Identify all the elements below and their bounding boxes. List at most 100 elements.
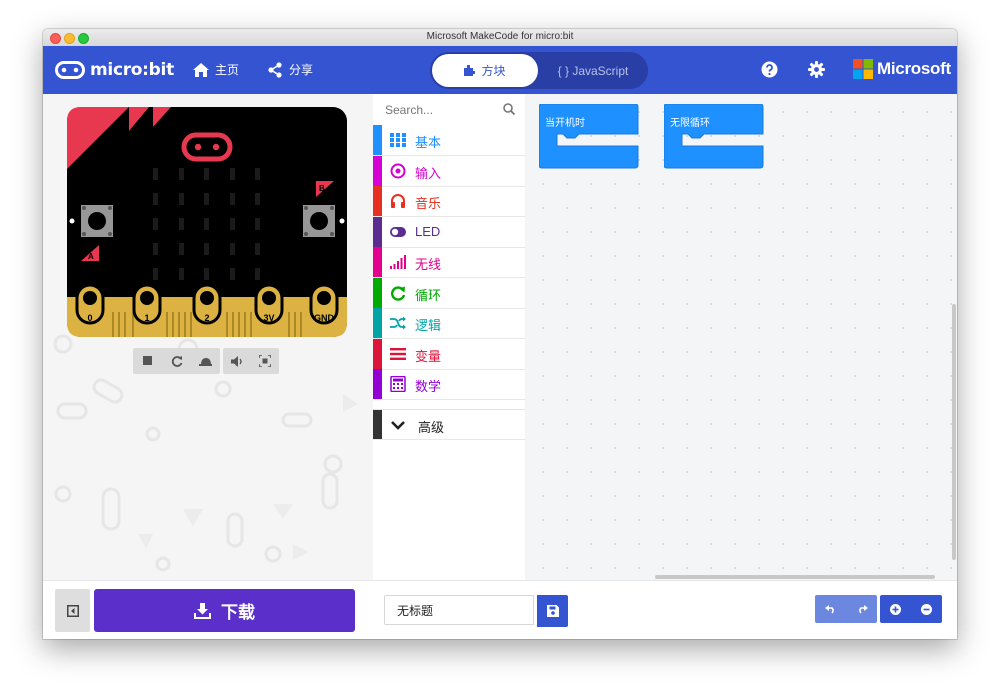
microbit-board[interactable]: A B 0 1 2 3V GND	[67, 107, 349, 338]
loop-icon	[391, 286, 406, 301]
sim-controls	[133, 348, 220, 374]
category-label: 基本	[415, 135, 442, 150]
microsoft-text: Microsoft	[877, 59, 951, 78]
stop-icon	[142, 356, 152, 365]
category-label: 逻辑	[415, 318, 442, 333]
calculator-icon	[390, 376, 406, 392]
collapse-left-icon	[66, 604, 79, 617]
undo-redo-group	[815, 595, 877, 623]
restart-button[interactable]	[162, 348, 191, 374]
blocks-workspace[interactable]: 当开机时 无限循环	[525, 94, 957, 580]
category-led[interactable]: LED	[373, 217, 525, 248]
category-color-bar	[373, 125, 382, 155]
undo-button[interactable]	[815, 595, 846, 623]
simulator-panel: A B 0 1 2 3V GND	[43, 94, 373, 580]
lines-icon	[390, 348, 406, 360]
screenshot-button[interactable]	[251, 348, 279, 374]
toolbox: 基本 输入 音乐 LED	[373, 94, 526, 580]
category-color-bar	[373, 339, 382, 369]
pin-2-label: 2	[204, 313, 209, 323]
microbit-logo[interactable]: micro:bit	[55, 59, 174, 81]
category-color-bar	[373, 410, 382, 439]
microsoft-logo[interactable]: Microsoft	[853, 59, 951, 79]
category-label: 输入	[415, 166, 442, 181]
help-button[interactable]	[761, 61, 778, 83]
search-icon[interactable]	[503, 103, 515, 115]
forever-block[interactable]: 无限循环	[663, 103, 764, 174]
button-a-label: A	[88, 252, 94, 261]
window-title: Microsoft MakeCode for micro:bit	[426, 31, 574, 42]
home-label: 主页	[215, 63, 240, 77]
logo-text: micro:bit	[90, 60, 174, 80]
search-input[interactable]	[383, 101, 497, 119]
category-label: 音乐	[415, 196, 442, 211]
shuffle-icon	[390, 316, 406, 330]
home-icon	[193, 62, 209, 77]
sim-controls-2	[223, 348, 279, 374]
redo-icon	[858, 605, 868, 614]
gear-icon	[808, 61, 825, 78]
blocks-tab[interactable]: 方块	[432, 54, 538, 87]
puzzle-icon	[464, 65, 476, 76]
restart-icon	[171, 356, 182, 367]
category-label: 高级	[418, 420, 445, 435]
category-color-bar	[373, 308, 382, 338]
pin-1-label: 1	[144, 313, 149, 323]
category-label: LED	[415, 224, 441, 239]
undo-icon	[824, 605, 834, 614]
title-bar: Microsoft MakeCode for micro:bit	[43, 29, 957, 47]
share-link[interactable]: 分享	[267, 61, 313, 78]
category-loops[interactable]: 循环	[373, 278, 525, 309]
category-color-bar	[373, 156, 382, 186]
category-advanced[interactable]: 高级	[373, 409, 525, 440]
category-color-bar	[373, 186, 382, 216]
category-music[interactable]: 音乐	[373, 186, 525, 217]
javascript-tab[interactable]: { } JavaScript	[540, 54, 646, 87]
category-math[interactable]: 数学	[373, 369, 525, 400]
category-label: 无线	[415, 257, 442, 272]
zoom-out-button[interactable]	[911, 595, 942, 623]
collapse-simulator-button[interactable]	[55, 589, 90, 632]
category-variables[interactable]: 变量	[373, 339, 525, 370]
editor-footer: 下载	[43, 580, 957, 639]
category-label: 数学	[415, 379, 442, 394]
vertical-scrollbar[interactable]	[952, 304, 956, 560]
home-link[interactable]: 主页	[193, 61, 239, 78]
project-name-input[interactable]	[384, 595, 534, 625]
share-label: 分享	[289, 63, 314, 77]
save-button[interactable]	[537, 595, 568, 627]
on-start-block[interactable]: 当开机时	[538, 103, 639, 174]
headphones-icon	[391, 194, 405, 208]
editor-toggle: 方块 { } JavaScript	[430, 52, 648, 89]
category-color-bar	[373, 217, 382, 247]
category-radio[interactable]: 无线	[373, 247, 525, 278]
pin-0-label: 0	[87, 313, 92, 323]
redo-button[interactable]	[846, 595, 877, 623]
sound-button[interactable]	[223, 348, 251, 374]
forever-label: 无限循环	[670, 118, 710, 129]
download-button[interactable]: 下载	[94, 589, 355, 632]
target-icon	[390, 163, 406, 179]
category-label: 变量	[415, 349, 442, 364]
stop-button[interactable]	[133, 348, 162, 374]
chevron-down-icon	[391, 421, 405, 430]
minus-circle-icon	[921, 603, 932, 615]
save-icon	[546, 605, 559, 617]
signal-icon	[390, 255, 406, 269]
on-start-label: 当开机时	[545, 118, 585, 129]
plus-circle-icon	[890, 603, 901, 615]
category-basic[interactable]: 基本	[373, 125, 525, 156]
slow-mo-button[interactable]	[191, 348, 220, 374]
toolbox-search	[373, 94, 525, 124]
download-label: 下载	[221, 603, 255, 622]
help-icon	[761, 61, 778, 78]
category-input[interactable]: 输入	[373, 156, 525, 187]
zoom-in-button[interactable]	[880, 595, 911, 623]
category-logic[interactable]: 逻辑	[373, 308, 525, 339]
app-header: micro:bit 主页 分享 方块 { } JavaScript Micros…	[43, 46, 957, 94]
horizontal-scrollbar[interactable]	[655, 575, 935, 579]
slow-mo-icon	[199, 357, 212, 366]
screenshot-icon	[259, 355, 271, 367]
settings-button[interactable]	[808, 61, 825, 83]
pin-gnd-label: GND	[314, 313, 335, 323]
